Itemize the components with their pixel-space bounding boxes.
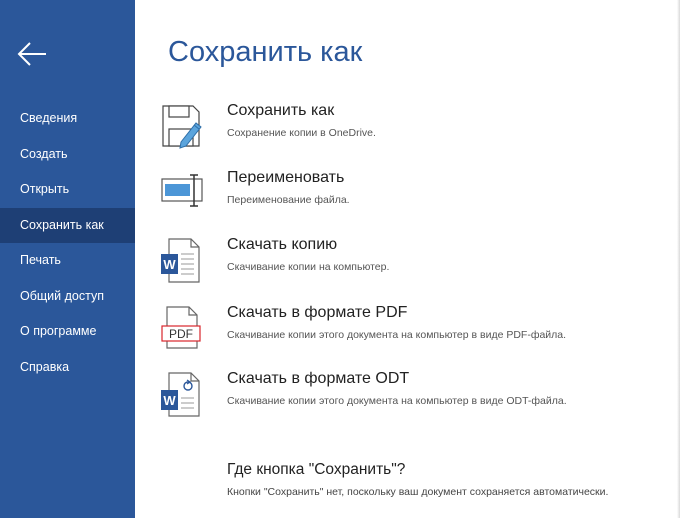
sidebar-item-share[interactable]: Общий доступ <box>0 279 135 315</box>
option-title: Сохранить как <box>227 102 335 119</box>
option-download-copy[interactable]: W Скачать копию Скачивание копии на комп… <box>159 236 659 292</box>
svg-text:W: W <box>163 257 176 272</box>
sidebar-item-help[interactable]: Справка <box>0 350 135 386</box>
sidebar-item-print[interactable]: Печать <box>0 243 135 279</box>
help-heading: Где кнопка "Сохранить"? <box>227 461 406 478</box>
option-title: Скачать в формате PDF <box>227 304 408 321</box>
option-description: Скачивание копии этого документа на комп… <box>227 395 567 407</box>
pdf-document-icon: PDF <box>161 306 201 349</box>
option-title: Переименовать <box>227 169 345 186</box>
svg-text:W: W <box>163 393 176 408</box>
page-title: Сохранить как <box>168 36 363 68</box>
option-save-as[interactable]: Сохранить как Сохранение копии в OneDriv… <box>159 102 659 158</box>
option-rename[interactable]: Переименовать Переименование файла. <box>159 169 659 225</box>
option-description: Скачивание копии на компьютер. <box>227 261 390 273</box>
sidebar-nav: Сведения Создать Открыть Сохранить как П… <box>0 101 135 385</box>
sidebar-item-open[interactable]: Открыть <box>0 172 135 208</box>
sidebar-item-save-as[interactable]: Сохранить как <box>0 207 135 243</box>
back-button[interactable] <box>14 36 50 72</box>
sidebar-item-about[interactable]: О программе <box>0 314 135 350</box>
option-download-odt[interactable]: W Скачать в формате ODT Скачивание копии… <box>159 370 659 426</box>
option-title: Скачать в формате ODT <box>227 370 410 387</box>
option-description: Переименование файла. <box>227 194 350 206</box>
arrow-left-icon <box>17 42 46 66</box>
odt-document-icon: W <box>161 372 200 417</box>
word-document-icon: W <box>161 238 200 283</box>
rename-icon <box>161 174 203 207</box>
backstage-sidebar: Сведения Создать Открыть Сохранить как П… <box>0 0 135 518</box>
save-as-icon <box>162 105 202 149</box>
sidebar-item-info[interactable]: Сведения <box>0 101 135 137</box>
svg-text:PDF: PDF <box>169 327 193 341</box>
help-description: Кнопки "Сохранить" нет, поскольку ваш до… <box>227 486 609 498</box>
option-title: Скачать копию <box>227 236 338 253</box>
option-description: Скачивание копии этого документа на комп… <box>227 329 567 341</box>
option-description: Сохранение копии в OneDrive. <box>227 127 376 139</box>
main-panel: Сохранить как Сохранить как Сохранение к… <box>135 0 680 518</box>
sidebar-item-new[interactable]: Создать <box>0 137 135 173</box>
option-download-pdf[interactable]: PDF Скачать в формате PDF Скачивание коп… <box>159 304 659 360</box>
